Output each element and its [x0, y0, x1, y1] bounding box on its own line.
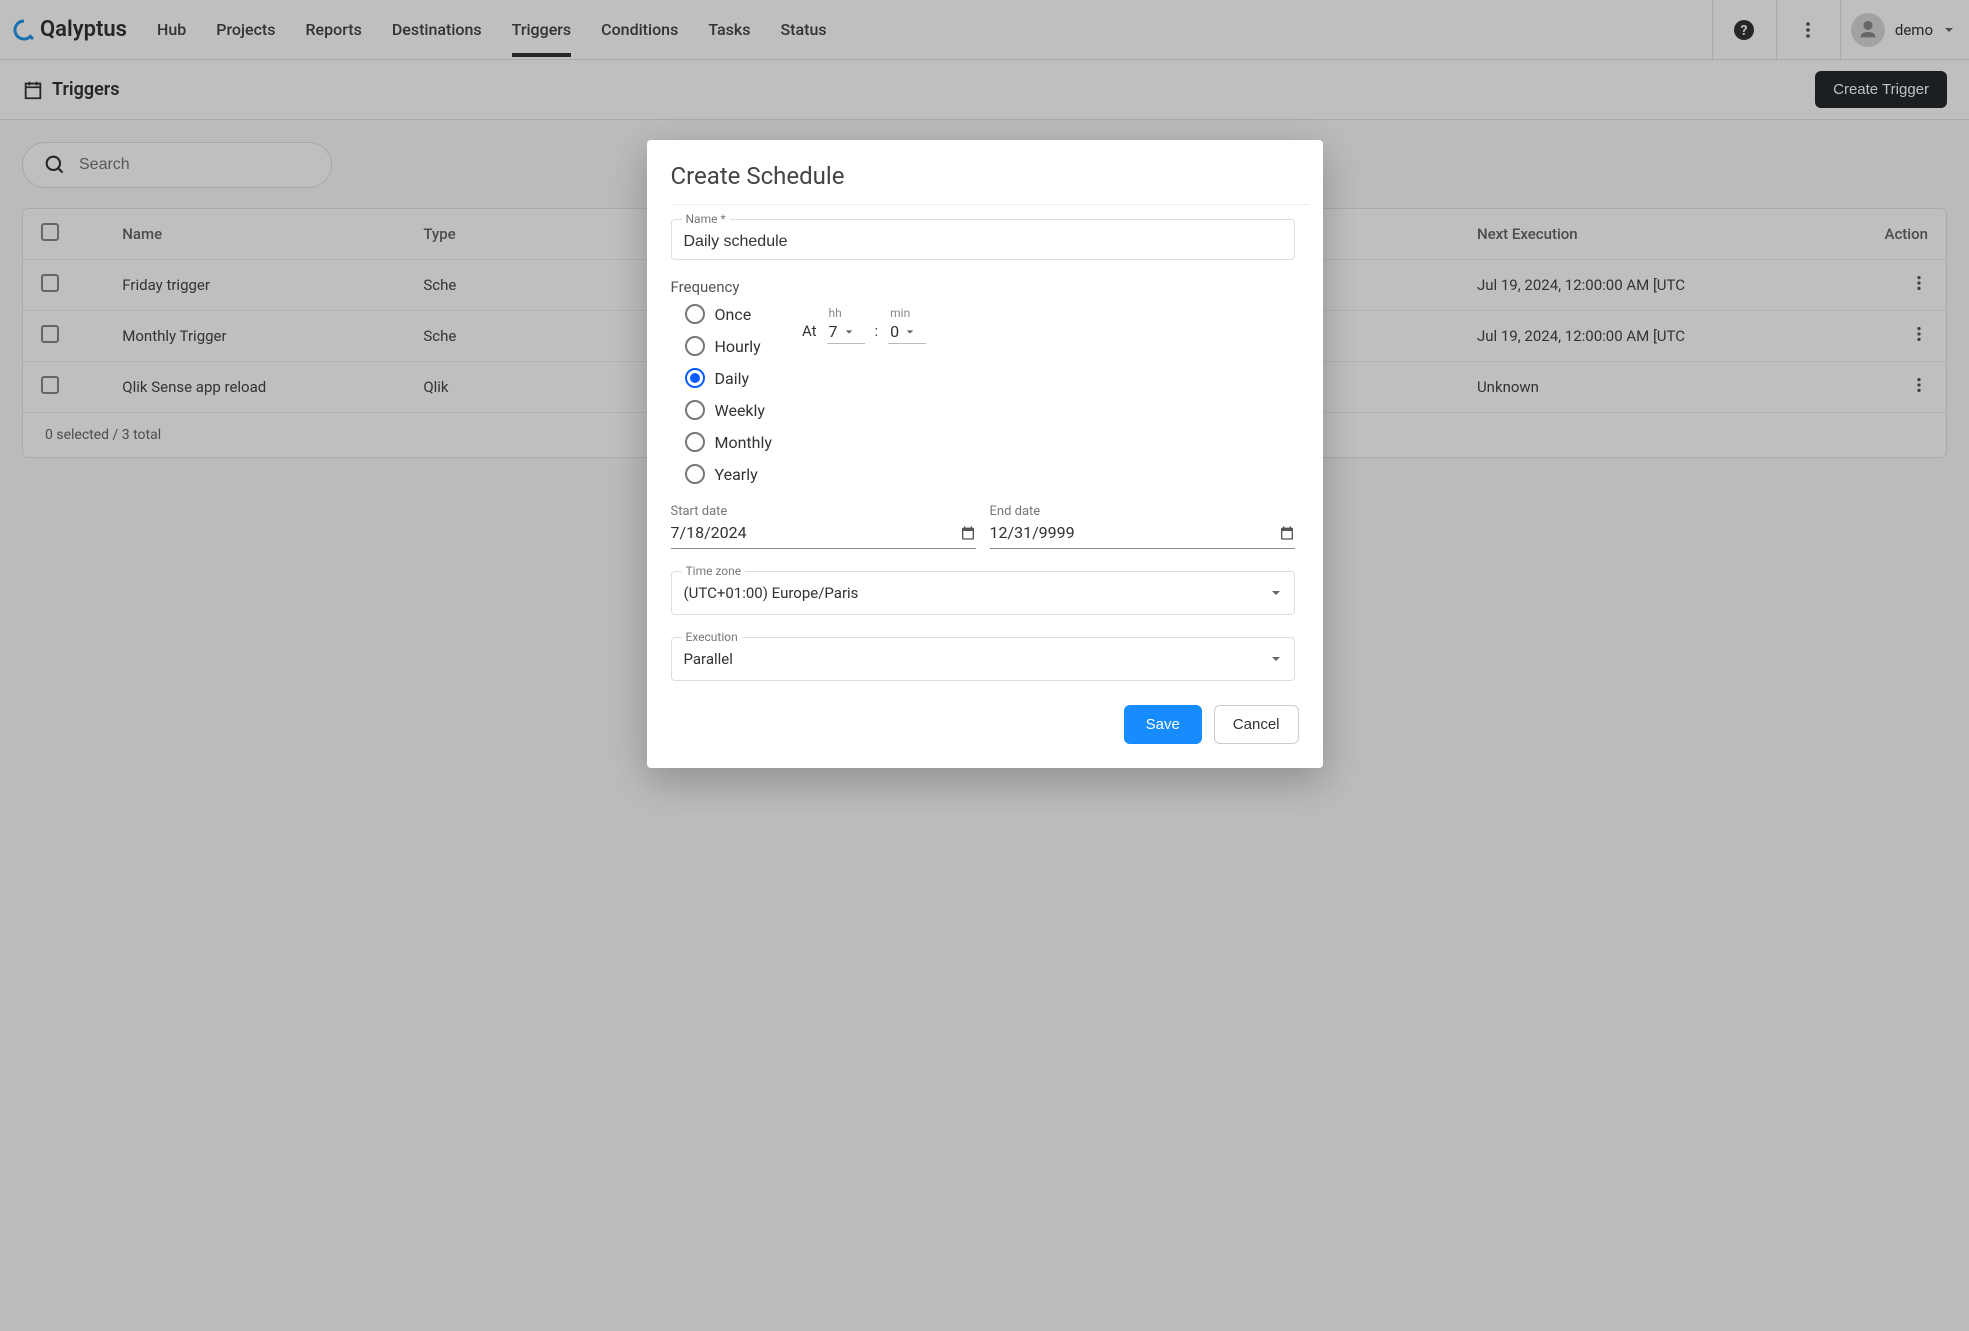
minute-value: 0 — [890, 322, 899, 341]
radio-icon — [685, 368, 705, 388]
hour-select[interactable]: 7 — [827, 322, 865, 344]
create-schedule-dialog: Create Schedule Name * Frequency Once Hou… — [647, 140, 1323, 768]
chevron-down-icon — [1270, 653, 1282, 665]
dialog-title: Create Schedule — [647, 140, 1323, 204]
name-label: Name * — [682, 212, 730, 226]
chevron-down-icon — [1270, 587, 1282, 599]
calendar-icon — [960, 525, 976, 541]
start-date-label: Start date — [671, 504, 976, 519]
name-input[interactable] — [684, 233, 1282, 251]
hh-label: hh — [827, 306, 842, 320]
start-date-value: 7/18/2024 — [671, 523, 747, 542]
execution-label: Execution — [682, 630, 742, 644]
frequency-option-label: Weekly — [715, 401, 766, 420]
execution-value: Parallel — [684, 650, 733, 668]
radio-icon — [685, 400, 705, 420]
save-button[interactable]: Save — [1124, 705, 1202, 744]
radio-icon — [685, 304, 705, 324]
dialog-footer: Save Cancel — [647, 685, 1323, 768]
frequency-option-once[interactable]: Once — [685, 304, 772, 324]
timezone-select[interactable]: Time zone (UTC+01:00) Europe/Paris — [671, 571, 1295, 615]
dialog-scroll[interactable]: Name * Frequency Once Hourly Daily Weekly Mo… — [671, 204, 1309, 685]
modal-overlay: Create Schedule Name * Frequency Once Hou… — [0, 0, 1969, 1331]
calendar-icon — [1279, 525, 1295, 541]
frequency-option-yearly[interactable]: Yearly — [685, 464, 772, 484]
chevron-down-icon — [905, 327, 915, 337]
end-date-label: End date — [990, 504, 1295, 519]
execution-select[interactable]: Execution Parallel — [671, 637, 1295, 681]
frequency-option-label: Monthly — [715, 433, 772, 452]
time-picker: At hh 7 : min 0 — [802, 306, 926, 344]
timezone-label: Time zone — [682, 564, 746, 578]
start-date-input[interactable]: 7/18/2024 — [671, 519, 976, 549]
frequency-option-monthly[interactable]: Monthly — [685, 432, 772, 452]
frequency-option-label: Yearly — [715, 465, 758, 484]
name-field[interactable]: Name * — [671, 219, 1295, 260]
frequency-option-label: Daily — [715, 369, 750, 388]
frequency-option-label: Once — [715, 305, 752, 324]
end-date-value: 12/31/9999 — [990, 523, 1075, 542]
end-date-input[interactable]: 12/31/9999 — [990, 519, 1295, 549]
frequency-radio-group: Once Hourly Daily Weekly Monthly Yearly — [671, 304, 772, 484]
time-colon: : — [875, 322, 879, 344]
frequency-option-label: Hourly — [715, 337, 761, 356]
frequency-option-hourly[interactable]: Hourly — [685, 336, 772, 356]
at-label: At — [802, 322, 817, 344]
hour-value: 7 — [829, 322, 838, 341]
radio-icon — [685, 336, 705, 356]
minute-select[interactable]: 0 — [888, 322, 926, 344]
min-label: min — [888, 306, 910, 320]
chevron-down-icon — [844, 327, 854, 337]
radio-icon — [685, 432, 705, 452]
timezone-value: (UTC+01:00) Europe/Paris — [684, 584, 859, 602]
radio-icon — [685, 464, 705, 484]
frequency-option-weekly[interactable]: Weekly — [685, 400, 772, 420]
cancel-button[interactable]: Cancel — [1214, 705, 1299, 744]
frequency-label: Frequency — [671, 278, 1295, 296]
frequency-option-daily[interactable]: Daily — [685, 368, 772, 388]
